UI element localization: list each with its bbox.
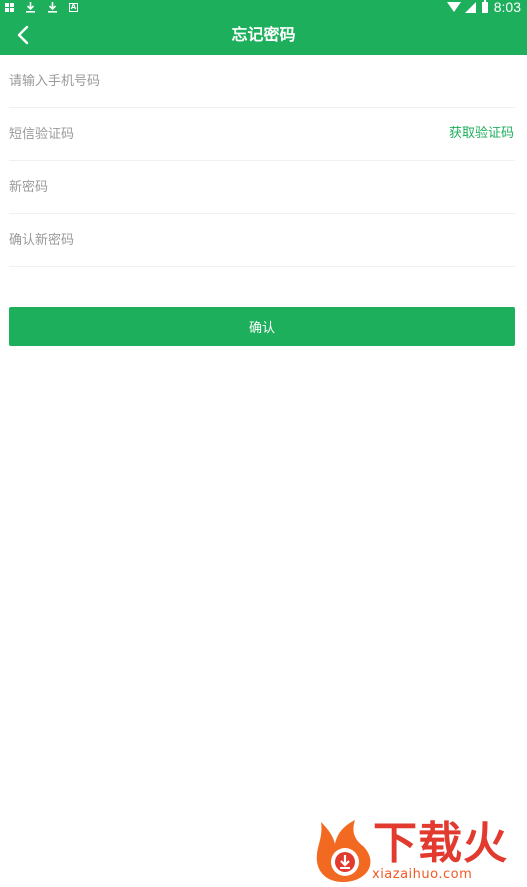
new-password-input[interactable]	[9, 161, 429, 213]
confirm-button[interactable]: 确认	[9, 307, 515, 346]
watermark: 下载火 xiazaihuo.com	[313, 818, 523, 884]
status-notifications: A	[5, 0, 89, 14]
battery-icon	[481, 0, 488, 13]
wifi-icon	[446, 2, 461, 12]
flame-logo-icon	[316, 820, 371, 882]
sms-code-row: 获取验证码	[9, 108, 515, 161]
confirm-password-input[interactable]	[9, 214, 429, 266]
watermark-brand: 下载火	[373, 818, 508, 869]
status-time: 8:03	[493, 0, 521, 15]
download-icon	[48, 1, 57, 13]
phone-row	[9, 55, 515, 108]
page-title: 忘记密码	[231, 25, 296, 44]
phone-input[interactable]	[9, 55, 429, 107]
get-code-button[interactable]: 获取验证码	[449, 108, 514, 160]
sms-code-input[interactable]	[9, 108, 429, 160]
status-bar: A 8:03	[0, 0, 527, 14]
app-header: 忘记密码	[0, 14, 527, 55]
confirm-password-row	[9, 214, 515, 267]
signal-icon	[464, 1, 476, 13]
status-system: 8:03	[446, 0, 521, 15]
a-badge-icon: A	[69, 3, 78, 12]
grid-icon	[5, 3, 14, 12]
new-password-row	[9, 161, 515, 214]
download-icon	[26, 1, 35, 13]
watermark-domain: xiazaihuo.com	[372, 867, 473, 882]
